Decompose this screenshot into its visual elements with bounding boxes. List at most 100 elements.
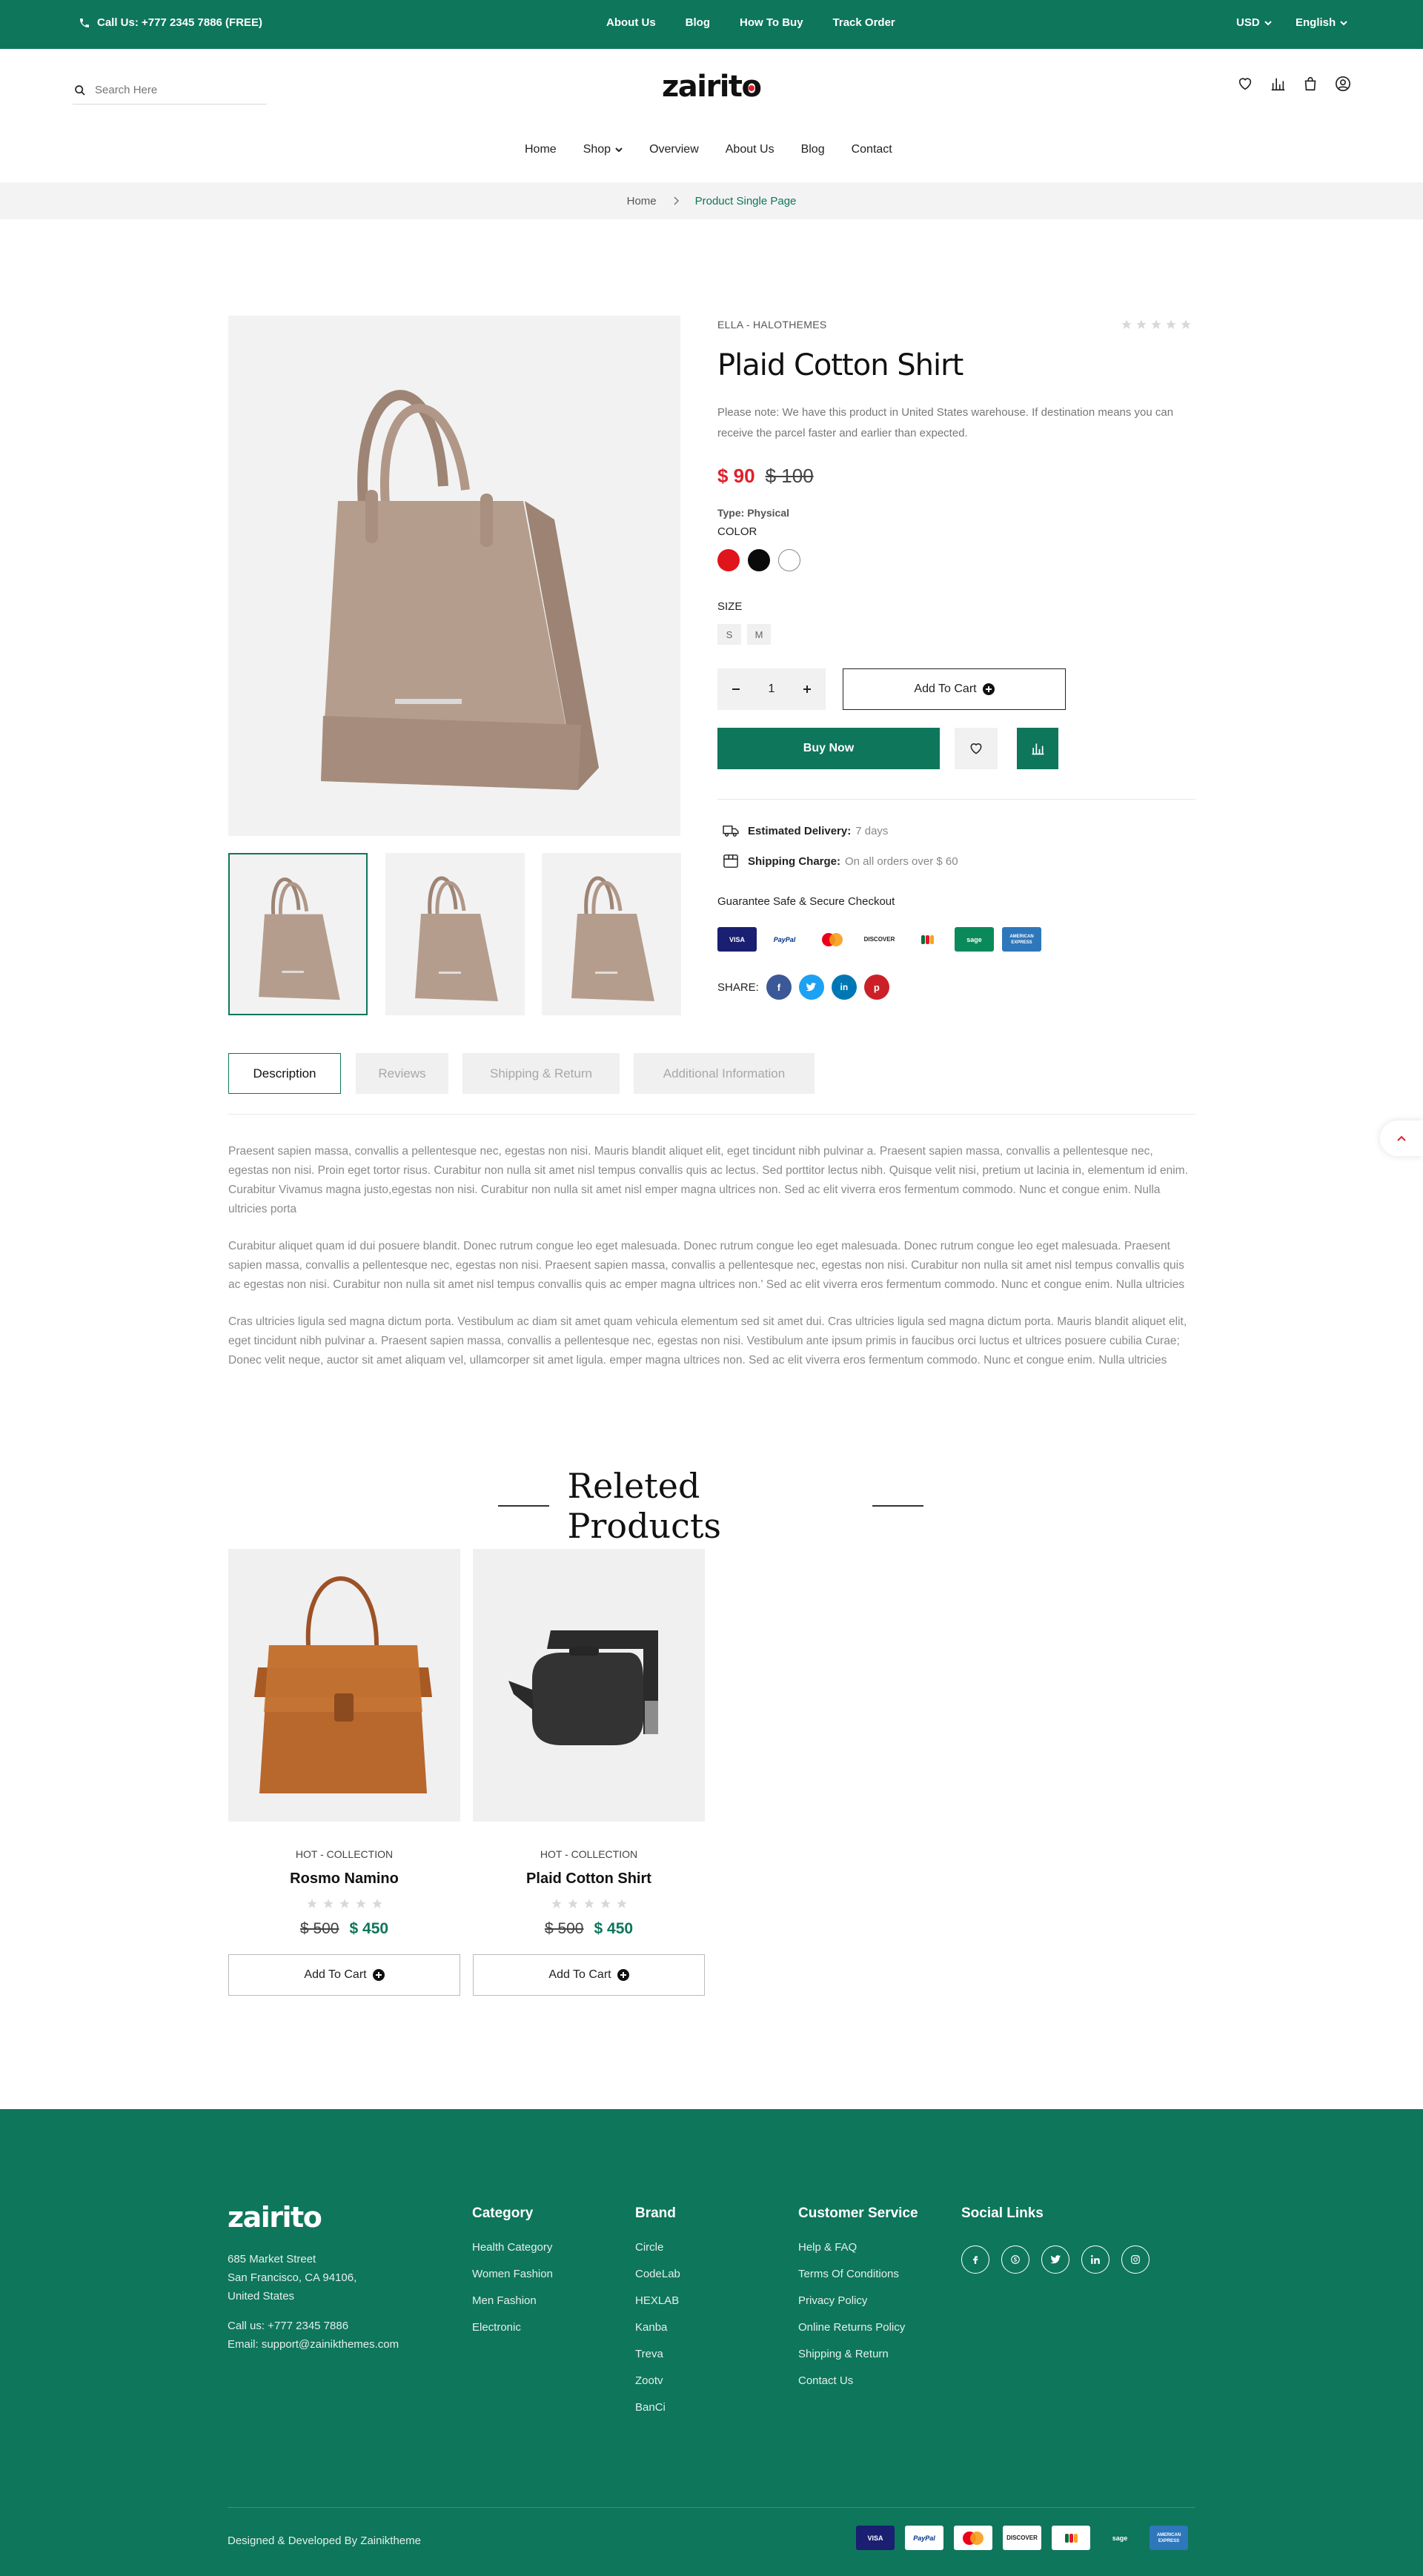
product-thumbnail[interactable]	[228, 853, 368, 1015]
star-icon	[306, 1899, 317, 1908]
color-swatch-red[interactable]	[717, 549, 740, 571]
star-icon	[583, 1899, 594, 1908]
footer-link[interactable]: Electronic	[472, 2321, 553, 2334]
nav-about[interactable]: About Us	[726, 143, 774, 156]
instagram-icon[interactable]	[1121, 2245, 1150, 2274]
nav-overview[interactable]: Overview	[649, 143, 699, 156]
footer-link[interactable]: Online Returns Policy	[798, 2321, 918, 2334]
footer-link[interactable]: CodeLab	[635, 2268, 680, 2280]
linkedin-icon[interactable]: in	[831, 975, 857, 1000]
add-to-cart-button[interactable]: Add To Cart	[843, 668, 1066, 710]
scroll-to-top-button[interactable]	[1380, 1121, 1423, 1156]
facebook-icon[interactable]: f	[766, 975, 792, 1000]
compare-button[interactable]	[1017, 728, 1058, 769]
cart-icon[interactable]	[1302, 76, 1318, 92]
footer-link[interactable]: BanCi	[635, 2401, 680, 2414]
search-input[interactable]	[95, 84, 258, 96]
divider	[717, 799, 1195, 800]
footer-column-title: Category	[472, 2205, 534, 2221]
star-icon	[355, 1899, 366, 1908]
jcb-icon	[1052, 2526, 1090, 2550]
old-price: $ 500	[299, 1920, 339, 1937]
description-paragraph: Cras ultricies ligula sed magna dictum p…	[228, 1315, 1187, 1367]
footer-email[interactable]: Email: support@zainikthemes.com	[228, 2335, 399, 2354]
top-link-blog[interactable]: Blog	[686, 16, 710, 29]
product-card-name[interactable]: Plaid Cotton Shirt	[473, 1870, 705, 1888]
tab-reviews[interactable]: Reviews	[356, 1053, 448, 1094]
nav-shop[interactable]: Shop	[583, 143, 623, 156]
related-products-heading: Releted Products	[498, 1466, 923, 1546]
product-thumbnail[interactable]	[542, 853, 681, 1015]
tab-shipping-return[interactable]: Shipping & Return	[462, 1053, 620, 1094]
quantity-value[interactable]: 1	[769, 683, 775, 696]
currency-select[interactable]: USD	[1236, 16, 1272, 29]
color-swatch-black[interactable]	[748, 549, 770, 571]
guarantee-text: Guarantee Safe & Secure Checkout	[717, 895, 895, 908]
facebook-icon[interactable]	[961, 2245, 989, 2274]
product-card-image[interactable]	[228, 1549, 460, 1822]
site-logo[interactable]: zairito	[662, 70, 762, 104]
footer-logo[interactable]: zairito	[228, 2201, 322, 2234]
product-rating	[1121, 319, 1192, 331]
twitter-icon[interactable]	[798, 975, 824, 1000]
search-icon[interactable]	[74, 84, 86, 96]
footer-link[interactable]: Health Category	[472, 2241, 553, 2254]
footer-phone[interactable]: Call us: +777 2345 7886	[228, 2317, 399, 2335]
footer-social-column: Social Links	[961, 2205, 1044, 2241]
buy-now-button[interactable]: Buy Now	[717, 728, 940, 769]
linkedin-icon[interactable]	[1081, 2245, 1109, 2274]
product-card: HOT - COLLECTION Plaid Cotton Shirt $ 50…	[473, 1549, 705, 1996]
language-select[interactable]: English	[1296, 16, 1347, 29]
footer-link[interactable]: Terms Of Conditions	[798, 2268, 918, 2280]
footer-link[interactable]: Kanba	[635, 2321, 680, 2334]
size-option-m[interactable]: M	[747, 624, 771, 645]
top-link-track-order[interactable]: Track Order	[833, 16, 895, 29]
heart-icon[interactable]	[1237, 76, 1253, 92]
shipping-label: Shipping Charge:	[748, 854, 840, 868]
size-options: S M	[717, 624, 771, 645]
plus-icon[interactable]	[803, 685, 812, 694]
star-icon	[600, 1899, 611, 1908]
footer-link[interactable]: Zootv	[635, 2374, 680, 2387]
footer-link[interactable]: Privacy Policy	[798, 2294, 918, 2307]
product-card-image[interactable]	[473, 1549, 705, 1822]
tab-additional-information[interactable]: Additional Information	[634, 1053, 815, 1094]
product-main-image[interactable]	[228, 316, 680, 836]
nav-contact[interactable]: Contact	[852, 143, 892, 156]
breadcrumb-home[interactable]: Home	[627, 195, 657, 208]
add-to-cart-button[interactable]: Add To Cart	[228, 1954, 460, 1996]
footer-link[interactable]: Men Fashion	[472, 2294, 553, 2307]
user-icon[interactable]	[1335, 76, 1351, 92]
top-link-about[interactable]: About Us	[606, 16, 656, 29]
call-info[interactable]: Call Us: +777 2345 7886 (FREE)	[79, 16, 262, 29]
footer-link[interactable]: Contact Us	[798, 2374, 918, 2387]
color-swatch-white[interactable]	[778, 549, 800, 571]
footer-link[interactable]: Shipping & Return	[798, 2348, 918, 2360]
size-option-s[interactable]: S	[717, 624, 741, 645]
amex-icon: AMERICAN EXPRESS	[1150, 2526, 1188, 2550]
nav-blog[interactable]: Blog	[801, 143, 825, 156]
add-to-cart-label: Add To Cart	[304, 1968, 367, 1981]
footer-link[interactable]: Women Fashion	[472, 2268, 553, 2280]
color-label: COLOR	[717, 525, 757, 538]
footer-link[interactable]: Circle	[635, 2241, 680, 2254]
wishlist-button[interactable]	[955, 728, 998, 769]
twitter-icon[interactable]	[1041, 2245, 1069, 2274]
related-title: Releted Products	[567, 1466, 722, 1546]
footer-link[interactable]: Treva	[635, 2348, 680, 2360]
minus-icon[interactable]	[732, 685, 740, 694]
top-link-how-to-buy[interactable]: How To Buy	[740, 16, 803, 29]
nav-home[interactable]: Home	[525, 143, 557, 156]
footer-link[interactable]: HEXLAB	[635, 2294, 680, 2307]
pinterest-icon[interactable]: p	[863, 975, 889, 1000]
product-card-name[interactable]: Rosmo Namino	[228, 1870, 460, 1888]
tab-description[interactable]: Description	[228, 1053, 341, 1094]
add-to-cart-button[interactable]: Add To Cart	[473, 1954, 705, 1996]
heading-line	[872, 1505, 923, 1507]
footer-link[interactable]: Help & FAQ	[798, 2241, 918, 2254]
product-thumbnail[interactable]	[385, 853, 525, 1015]
skype-icon[interactable]	[1001, 2245, 1029, 2274]
compare-icon[interactable]	[1270, 76, 1286, 92]
description-paragraph: Curabitur aliquet quam id dui posuere bl…	[228, 1240, 1185, 1291]
footer-copyright: Designed & Developed By Zainiktheme	[228, 2534, 421, 2547]
